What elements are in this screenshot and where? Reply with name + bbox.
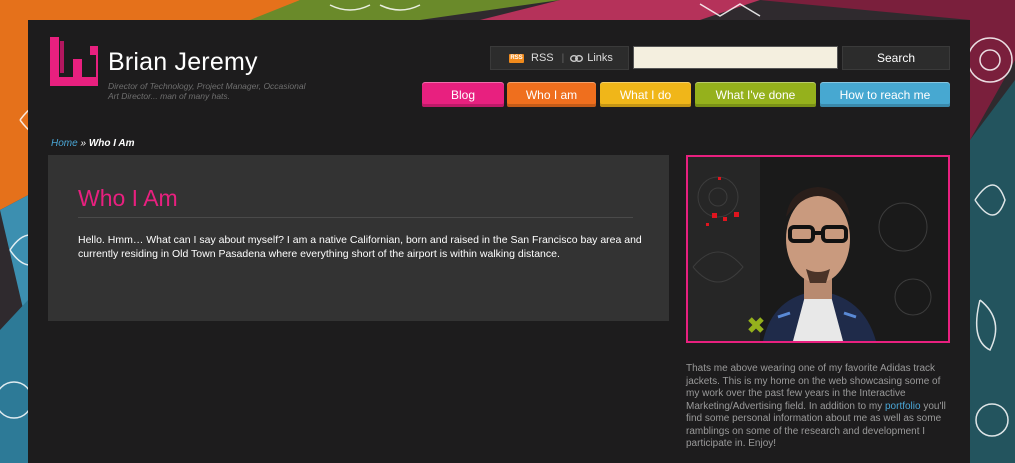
title-divider xyxy=(78,217,633,218)
sidebar-description: Thats me above wearing one of my favorit… xyxy=(686,363,951,451)
site-tagline: Director of Technology, Project Manager,… xyxy=(108,81,306,101)
page-title: Who I Am xyxy=(78,185,178,211)
rss-link[interactable]: RSS xyxy=(531,52,554,64)
feed-links-bar: RSS RSS | Links xyxy=(490,46,629,70)
intro-paragraph: Hello. Hmm… What can I say about myself?… xyxy=(78,234,642,260)
nav-tab-what-ive-done[interactable]: What I've done xyxy=(695,82,816,107)
search-input[interactable] xyxy=(633,46,838,69)
feed-separator: | xyxy=(561,52,565,64)
portfolio-link[interactable]: portfolio xyxy=(885,401,921,412)
nav-tab-how-to-reach-me[interactable]: How to reach me xyxy=(820,82,950,107)
nav-tab-what-i-do[interactable]: What I do xyxy=(600,82,691,107)
logo-icon xyxy=(50,37,98,86)
page-container: Brian Jeremy Director of Technology, Pro… xyxy=(28,20,970,463)
portrait-illustration xyxy=(688,157,948,341)
links-link[interactable]: Links xyxy=(587,52,613,64)
search-button[interactable]: Search xyxy=(842,46,950,70)
content-panel: Who I Am Hello. Hmm… What can I say abou… xyxy=(48,155,669,321)
profile-photo xyxy=(686,155,950,343)
breadcrumb-current: Who I Am xyxy=(88,138,135,149)
site-name[interactable]: Brian Jeremy xyxy=(108,48,258,77)
breadcrumb-home-link[interactable]: Home xyxy=(51,138,78,149)
breadcrumb: Home » Who I Am xyxy=(51,138,135,149)
rss-icon[interactable]: RSS xyxy=(509,53,524,63)
nav-tab-who-i-am[interactable]: Who I am xyxy=(507,82,596,107)
nav-tab-blog[interactable]: Blog xyxy=(422,82,504,107)
breadcrumb-separator: » xyxy=(77,138,89,149)
chain-link-icon[interactable] xyxy=(570,54,584,63)
